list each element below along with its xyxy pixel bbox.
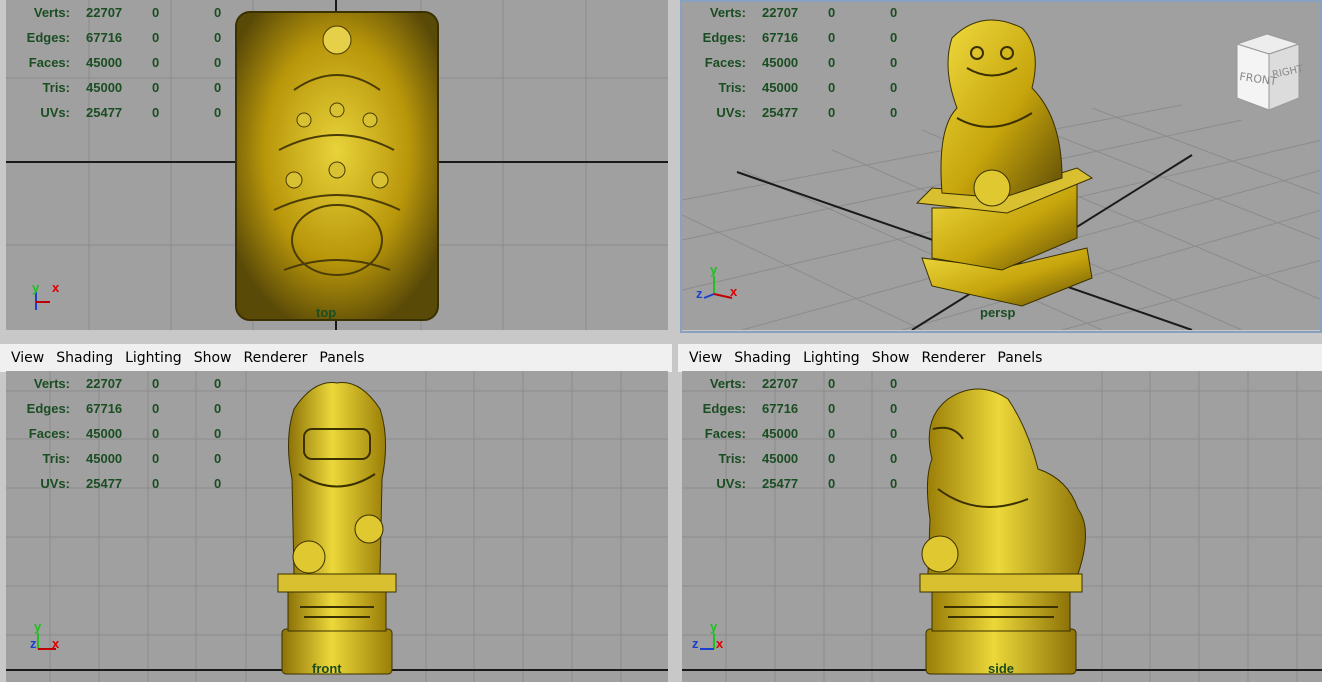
viewport-top[interactable]: Verts: 22707 0 0 Edges: 67716 0 0 Faces: 45000 0… [6,0,668,330]
hud-row-uvs: UVs: 25477 0 0 [716,476,898,491]
svg-text:x: x [52,636,60,651]
hud-row-faces: Faces: 45000 0 0 [28,426,222,441]
menu-view[interactable]: View [0,350,50,366]
svg-text:x: x [716,636,724,651]
viewcube[interactable]: FRONT RIGHT [1227,32,1307,117]
hud-row-uvs: UVs: 25477 0 0 [40,105,222,120]
hud-row-edges: Edges: 67716 0 0 [702,401,898,416]
poly-count-hud: Verts: 22707 0 0 Edges: 67716 0 0 Faces: 45000 0… [698,0,920,125]
svg-text:y: y [710,619,718,634]
viewport-front[interactable]: Verts: 22707 0 0 Edges: 67716 0 0 Faces: 45000 0… [6,371,668,682]
axis-gizmo-front: y z x [30,619,60,651]
hud-row-verts: Verts: 22707 0 0 [33,376,222,391]
menu-lighting[interactable]: Lighting [797,350,866,366]
hud-row-tris: Tris: 45000 0 0 [718,80,898,95]
menu-show[interactable]: Show [866,350,916,366]
hud-row-faces: Faces: 45000 0 0 [704,426,898,441]
axis-gizmo-side: y z x [692,619,724,651]
menu-show[interactable]: Show [188,350,238,366]
svg-text:x: x [730,284,738,299]
menu-shading[interactable]: Shading [728,350,797,366]
menu-panels[interactable]: Panels [991,350,1048,366]
poly-count-hud: Verts: 22707 0 0 Edges: 67716 0 0 Faces: 45000 0… [22,371,244,496]
svg-text:y: y [32,280,40,295]
menu-renderer[interactable]: Renderer [237,350,313,366]
axis-gizmo-persp: y z x [696,262,738,301]
hud-row-uvs: UVs: 25477 0 0 [40,476,222,491]
hud-row-edges: Edges: 67716 0 0 [26,401,222,416]
hud-row-tris: Tris: 45000 0 0 [42,451,222,466]
menu-renderer[interactable]: Renderer [915,350,991,366]
lion-model-top[interactable] [234,10,440,322]
panel-menubar-front: View Shading Lighting Show Renderer Pane… [0,344,672,372]
svg-text:z: z [692,636,699,651]
menu-view[interactable]: View [678,350,728,366]
camera-label-front: front [312,661,342,676]
hud-row-uvs: UVs: 25477 0 0 [716,105,898,120]
menu-lighting[interactable]: Lighting [119,350,188,366]
camera-label-side: side [988,661,1015,676]
svg-text:y: y [34,619,42,634]
viewport-pane-persp[interactable]: FRONT RIGHT Verts: 22707 0 0 Edges: 67716 0 0 … [678,0,1322,335]
hud-row-faces: Faces: 45000 0 0 [704,55,898,70]
poly-count-hud: Verts: 22707 0 0 Edges: 67716 0 0 Faces: 45000 0… [698,371,920,496]
hud-row-tris: Tris: 45000 0 0 [42,80,222,95]
lion-model-front[interactable] [274,379,400,679]
poly-count-hud: Verts: 22707 0 0 Edges: 67716 0 0 Faces: 45000 0… [22,0,244,125]
svg-text:z: z [30,636,37,651]
hud-row-verts: Verts: 22707 0 0 [709,5,898,20]
viewport-pane-top[interactable]: Verts: 22707 0 0 Edges: 67716 0 0 Faces: 45000 0… [0,0,672,335]
hud-row-edges: Edges: 67716 0 0 [26,30,222,45]
viewport-side[interactable]: Verts: 22707 0 0 Edges: 67716 0 0 Faces: 45000 0… [682,371,1322,682]
viewport-pane-front[interactable]: View Shading Lighting Show Renderer Pane… [0,343,672,682]
hud-row-edges: Edges: 67716 0 0 [702,30,898,45]
hud-row-verts: Verts: 22707 0 0 [709,376,898,391]
menu-shading[interactable]: Shading [50,350,119,366]
camera-label-top: top [316,305,337,320]
viewport-persp[interactable]: FRONT RIGHT Verts: 22707 0 0 Edges: 67716 0 0 … [682,0,1322,330]
camera-label-persp: persp [980,305,1016,320]
panel-menubar-side: View Shading Lighting Show Renderer Pane… [678,344,1322,372]
hud-row-verts: Verts: 22707 0 0 [33,5,222,20]
hud-row-tris: Tris: 45000 0 0 [718,451,898,466]
hud-row-faces: Faces: 45000 0 0 [28,55,222,70]
lion-model-persp[interactable] [912,8,1102,308]
lion-model-side[interactable] [918,379,1098,679]
svg-text:z: z [696,286,703,301]
menu-panels[interactable]: Panels [313,350,370,366]
viewport-pane-side[interactable]: View Shading Lighting Show Renderer Pane… [678,343,1322,682]
axis-gizmo-top: y x [32,280,60,310]
svg-text:y: y [710,262,718,277]
svg-text:x: x [52,280,60,295]
